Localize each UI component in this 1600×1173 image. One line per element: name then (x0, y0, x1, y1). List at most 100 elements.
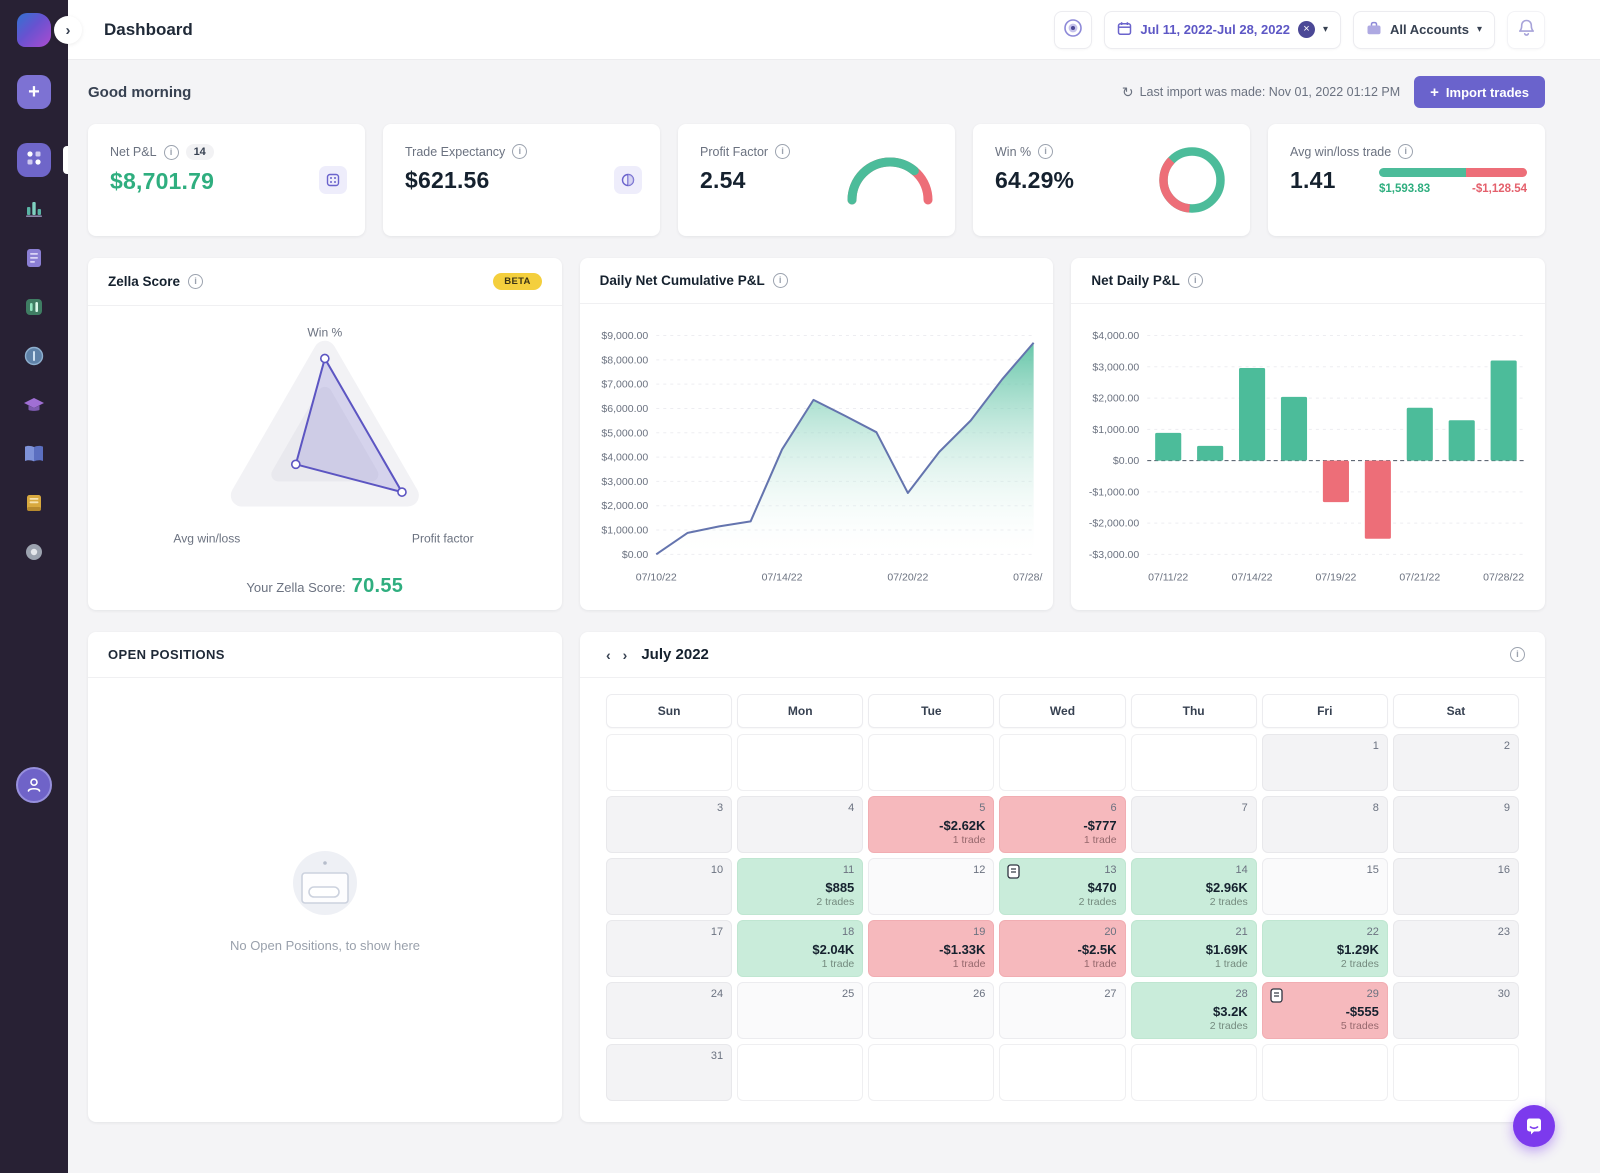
calendar-day-header: Thu (1131, 694, 1257, 728)
calendar-day-31[interactable]: 31 (606, 1044, 732, 1101)
chat-widget-button[interactable] (1513, 1105, 1555, 1147)
notifications-button[interactable] (1507, 11, 1545, 49)
calendar-day-17[interactable]: 17 (606, 920, 732, 977)
calendar-day-9[interactable]: 9 (1393, 796, 1519, 853)
profit-factor-card: Profit Factor i 2.54 (678, 124, 955, 236)
bell-icon (1517, 18, 1536, 41)
chevron-right-icon: › (66, 22, 71, 39)
day-pnl-value: $3.2K (1140, 1004, 1248, 1019)
day-pnl-value: $1.29K (1271, 942, 1379, 957)
sidebar-item-playbook[interactable] (17, 437, 51, 471)
calendar-day-25[interactable]: 25 (737, 982, 863, 1039)
sidebar-item-trades[interactable] (17, 290, 51, 324)
info-icon[interactable]: i (1038, 144, 1053, 159)
day-pnl-value: -$555 (1271, 1004, 1379, 1019)
calendar-day-15[interactable]: 15 (1262, 858, 1388, 915)
date-range-value: Jul 11, 2022-Jul 28, 2022 (1140, 22, 1290, 37)
day-trade-count: 1 trade (1008, 958, 1116, 970)
calendar-icon (1117, 21, 1132, 39)
journal-note-icon[interactable] (1007, 864, 1020, 884)
calendar-day-empty (1131, 1044, 1257, 1101)
net-pnl-value: $8,701.79 (110, 168, 345, 195)
calendar-day-19[interactable]: 19-$1.33K1 trade (868, 920, 994, 977)
calendar-day-21[interactable]: 21$1.69K1 trade (1131, 920, 1257, 977)
info-icon[interactable]: i (773, 273, 788, 288)
import-trades-button[interactable]: + Import trades (1414, 76, 1545, 108)
calendar-day-14[interactable]: 14$2.96K2 trades (1131, 858, 1257, 915)
sidebar-item-resources[interactable] (17, 486, 51, 520)
sidebar-item-journal[interactable] (17, 241, 51, 275)
user-avatar[interactable] (16, 767, 52, 803)
info-icon[interactable]: i (775, 144, 790, 159)
calendar-day-28[interactable]: 28$3.2K2 trades (1131, 982, 1257, 1039)
svg-text:07/21/22: 07/21/22 (1400, 571, 1441, 583)
trade-expectancy-value: $621.56 (405, 167, 640, 194)
info-icon[interactable]: i (164, 145, 179, 160)
calendar-day-empty (868, 734, 994, 791)
cumulative-pnl-card: Daily Net Cumulative P&L i $0.00$1,000.0… (580, 258, 1054, 610)
calendar-day-23[interactable]: 23 (1393, 920, 1519, 977)
sidebar-item-dashboard[interactable] (17, 143, 51, 177)
focus-mode-button[interactable] (1054, 11, 1092, 49)
calendar-day-1[interactable]: 1 (1262, 734, 1388, 791)
info-icon[interactable]: i (1398, 144, 1413, 159)
info-icon[interactable]: i (1510, 647, 1525, 662)
calendar-day-5[interactable]: 5-$2.62K1 trade (868, 796, 994, 853)
clear-date-filter-icon[interactable]: × (1298, 21, 1315, 38)
calendar-day-16[interactable]: 16 (1393, 858, 1519, 915)
avg-win-loss-card: Avg win/loss trade i 1.41 $1,593.83 -$1,… (1268, 124, 1545, 236)
calendar-day-12[interactable]: 12 (868, 858, 994, 915)
svg-text:$0.00: $0.00 (1113, 455, 1139, 467)
calendar-day-8[interactable]: 8 (1262, 796, 1388, 853)
journal-note-icon[interactable] (1270, 988, 1283, 1008)
svg-text:07/14/22: 07/14/22 (761, 571, 802, 583)
trade-expectancy-label: Trade Expectancy (405, 145, 505, 159)
net-pnl-calendar-button[interactable] (319, 166, 347, 194)
sidebar-item-reports[interactable] (17, 192, 51, 226)
calendar-day-3[interactable]: 3 (606, 796, 732, 853)
date-range-picker[interactable]: Jul 11, 2022-Jul 28, 2022 × ▾ (1104, 11, 1341, 49)
calendar-day-10[interactable]: 10 (606, 858, 732, 915)
svg-text:$0.00: $0.00 (622, 549, 648, 561)
calendar-day-24[interactable]: 24 (606, 982, 732, 1039)
calendar-day-27[interactable]: 27 (999, 982, 1125, 1039)
net-daily-pnl-title: Net Daily P&L (1091, 273, 1180, 288)
info-icon[interactable]: i (188, 274, 203, 289)
calendar-day-26[interactable]: 26 (868, 982, 994, 1039)
sidebar-item-education[interactable] (17, 388, 51, 422)
calendar-day-4[interactable]: 4 (737, 796, 863, 853)
day-trade-count: 2 trades (1271, 958, 1379, 970)
calendar-card: ‹ › July 2022 i SunMonTueWedThuFriSat 12… (580, 632, 1545, 1122)
sidebar-item-progress[interactable] (17, 535, 51, 569)
calendar-day-20[interactable]: 20-$2.5K1 trade (999, 920, 1125, 977)
win-pct-donut (1154, 142, 1230, 223)
add-button[interactable]: + (17, 75, 51, 109)
avg-loss-amount: -$1,128.54 (1472, 183, 1527, 195)
calendar-day-29[interactable]: 29-$5555 trades (1262, 982, 1388, 1039)
trade-expectancy-detail-button[interactable] (614, 166, 642, 194)
calendar-day-11[interactable]: 11$8852 trades (737, 858, 863, 915)
zella-radar-chart: Win %Avg win/lossProfit factor (88, 306, 562, 575)
calendar-prev-button[interactable]: ‹ (600, 647, 617, 663)
svg-text:07/28/22: 07/28/22 (1013, 571, 1044, 583)
calendar-day-2[interactable]: 2 (1393, 734, 1519, 791)
calendar-day-7[interactable]: 7 (1131, 796, 1257, 853)
calendar-day-6[interactable]: 6-$7771 trade (999, 796, 1125, 853)
calendar-next-button[interactable]: › (617, 647, 634, 663)
accounts-value: All Accounts (1390, 22, 1469, 37)
chevron-down-icon: ▾ (1323, 24, 1328, 35)
sidebar-expand-button[interactable]: › (54, 16, 82, 44)
open-positions-card: OPEN POSITIONS No Open Positions, to sho… (88, 632, 562, 1122)
sidebar-item-insights[interactable] (17, 339, 51, 373)
info-icon[interactable]: i (512, 144, 527, 159)
accounts-dropdown[interactable]: All Accounts ▾ (1353, 11, 1495, 49)
avg-win-amount: $1,593.83 (1379, 183, 1430, 195)
day-trade-count: 2 trades (1140, 896, 1248, 908)
calendar-day-30[interactable]: 30 (1393, 982, 1519, 1039)
calendar-day-18[interactable]: 18$2.04K1 trade (737, 920, 863, 977)
svg-text:$3,000.00: $3,000.00 (1093, 361, 1140, 373)
calendar-day-13[interactable]: 13$4702 trades (999, 858, 1125, 915)
avg-win-loss-bar: $1,593.83 -$1,128.54 (1379, 168, 1527, 195)
info-icon[interactable]: i (1188, 273, 1203, 288)
calendar-day-22[interactable]: 22$1.29K2 trades (1262, 920, 1388, 977)
